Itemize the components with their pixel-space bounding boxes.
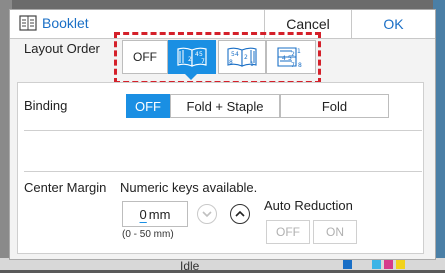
decrease-button[interactable] xyxy=(197,204,217,224)
status-square-icon xyxy=(343,260,352,269)
ok-button[interactable]: OK xyxy=(352,10,435,38)
auto-reduction-off-button[interactable]: OFF xyxy=(266,220,310,244)
center-margin-label: Center Margin xyxy=(24,180,107,195)
status-text: Idle xyxy=(180,259,200,273)
chevron-up-icon xyxy=(235,210,245,217)
booklet-icon xyxy=(19,15,37,31)
center-margin-input[interactable]: 0 mm xyxy=(122,201,188,227)
dialog-title: Booklet xyxy=(42,15,89,31)
binding-fold-button[interactable]: Fold xyxy=(280,94,389,118)
auto-reduction-label: Auto Reduction xyxy=(264,198,353,213)
binding-fold-staple-button[interactable]: Fold + Staple xyxy=(170,94,280,118)
center-margin-value: 0 xyxy=(139,206,147,222)
section-divider xyxy=(24,171,422,172)
toner-yellow-icon xyxy=(396,260,405,269)
numeric-keys-hint: Numeric keys available. xyxy=(120,180,258,195)
center-margin-range: (0 - 50 mm) xyxy=(122,229,174,240)
toner-magenta-icon xyxy=(384,260,393,269)
section-divider xyxy=(24,130,422,131)
center-margin-unit: mm xyxy=(148,206,171,222)
auto-reduction-on-button[interactable]: ON xyxy=(313,220,357,244)
chevron-down-icon xyxy=(202,211,212,218)
highlight-dashed-frame xyxy=(114,32,321,84)
increase-button[interactable] xyxy=(230,204,250,224)
toner-cyan-icon xyxy=(372,260,381,269)
binding-label: Binding xyxy=(24,98,68,113)
selection-pointer xyxy=(184,73,198,80)
binding-off-button[interactable]: OFF xyxy=(126,94,170,118)
layout-order-label: Layout Order xyxy=(24,41,100,56)
